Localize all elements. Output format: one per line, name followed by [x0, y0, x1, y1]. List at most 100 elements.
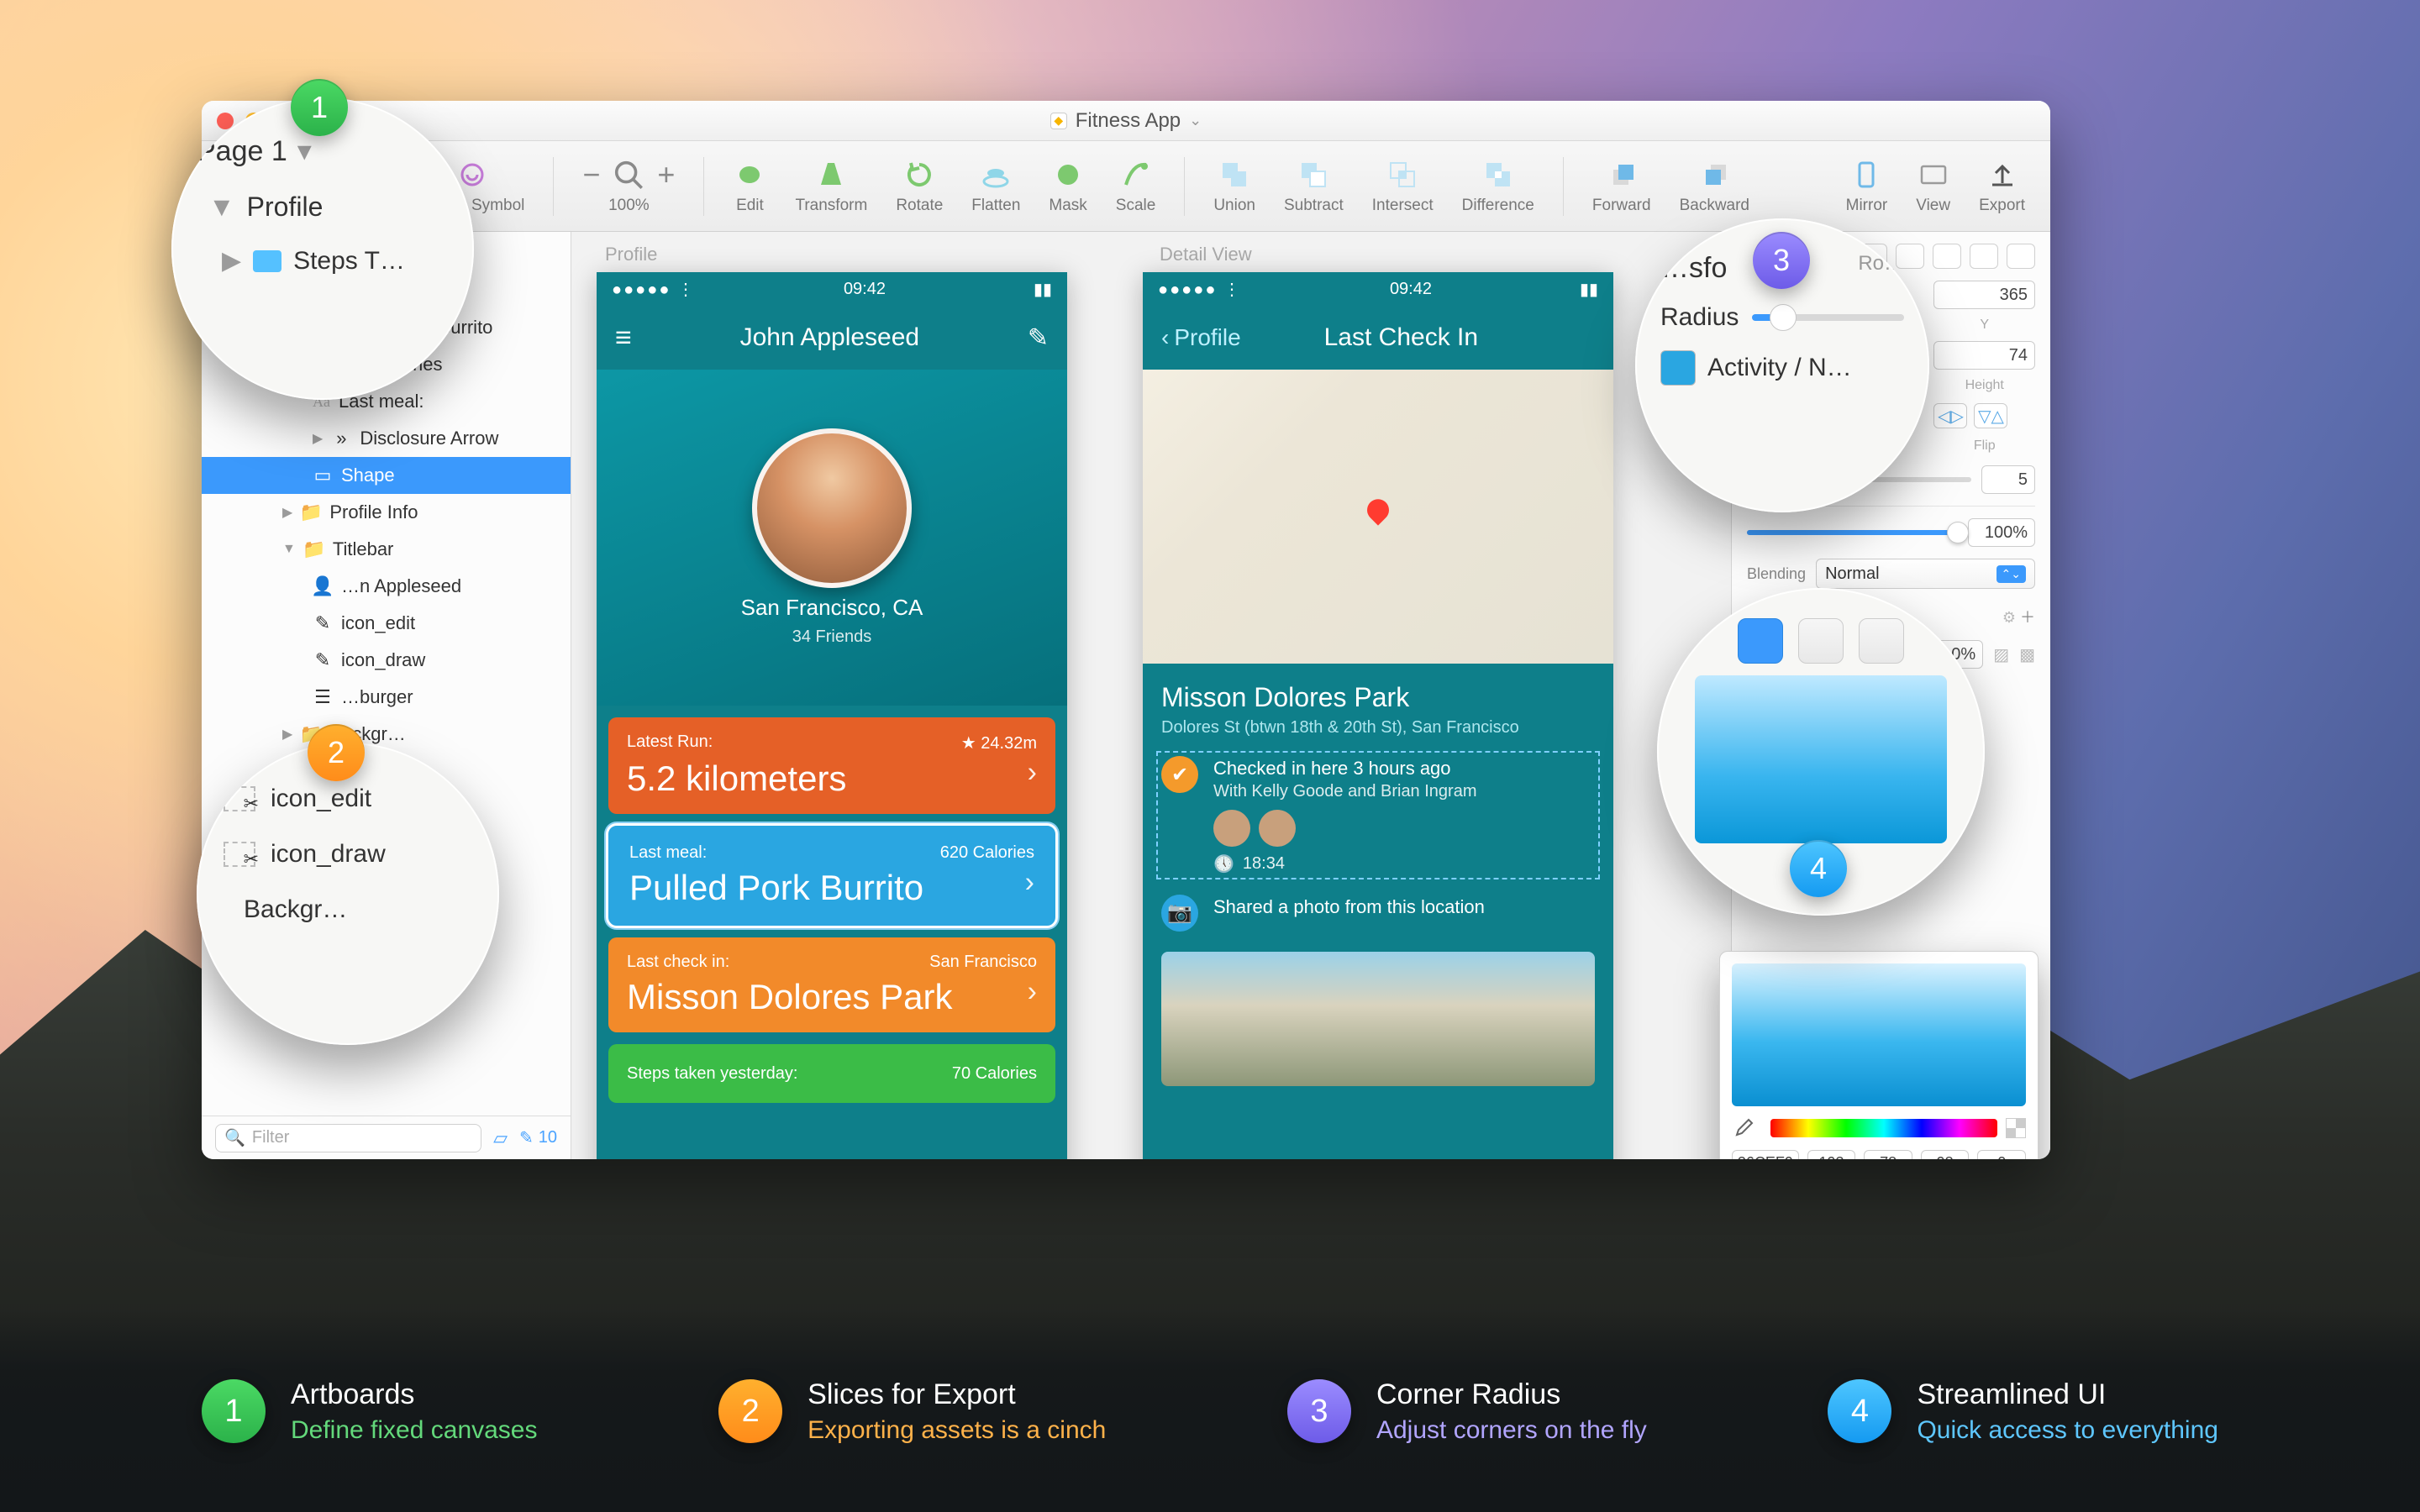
gear-icon[interactable]: ⚙: [2002, 609, 2016, 626]
artboard-detail[interactable]: ●●●●● ⋮ 09:42 ▮▮ ‹ Profile Last Check In…: [1143, 272, 1613, 1159]
align-middle-button[interactable]: [1896, 244, 1924, 269]
battery-icon: ▮▮: [1580, 279, 1598, 300]
profile-city: San Francisco, CA: [741, 595, 923, 621]
title-dropdown-caret-icon[interactable]: ⌄: [1189, 112, 1202, 129]
clock: 09:42: [1390, 280, 1432, 299]
intersect-button[interactable]: Intersect: [1372, 158, 1434, 215]
callout-badge-3: 3: [1753, 232, 1810, 289]
blending-select[interactable]: Normal⌃⌄: [1816, 559, 2035, 589]
radial-gradient-tab[interactable]: [1859, 618, 1904, 664]
page-selector[interactable]: Page 1▾: [197, 134, 449, 168]
a-input[interactable]: 0: [1977, 1150, 2026, 1159]
callout-badge-4: 4: [1790, 840, 1847, 897]
layer-row[interactable]: AaLast meal:: [202, 383, 571, 420]
camera-icon: 📷: [1161, 895, 1198, 932]
s-input[interactable]: 78: [1864, 1150, 1912, 1159]
flatten-button[interactable]: Flatten: [971, 158, 1020, 215]
h-input[interactable]: 193: [1807, 1150, 1856, 1159]
slice-item[interactable]: ✂ icon_draw: [224, 840, 472, 869]
flip-h-button[interactable]: ◁▷: [1933, 403, 1967, 428]
opacity-input[interactable]: 100%: [1968, 518, 2035, 547]
legend-badge-1: 1: [202, 1379, 266, 1443]
feed-photo[interactable]: 📷 Shared a photo from this location: [1161, 895, 1595, 932]
distribute-v-button[interactable]: [2007, 244, 2035, 269]
artboard-label[interactable]: Detail View: [1160, 244, 1252, 265]
rotate-button[interactable]: Rotate: [896, 158, 943, 215]
layer-row-selected[interactable]: ▭Shape: [202, 457, 571, 494]
backward-button[interactable]: Backward: [1680, 158, 1749, 215]
card-last-meal[interactable]: Last meal:620 Calories Pulled Pork Burri…: [608, 826, 1055, 926]
union-button[interactable]: Union: [1213, 158, 1255, 215]
edit-button[interactable]: Edit: [733, 158, 766, 215]
feed-photo-thumb[interactable]: [1161, 952, 1595, 1086]
artboard-profile[interactable]: ●●●●● ⋮ 09:42 ▮▮ ≡ John Appleseed ✎ San …: [597, 272, 1067, 1159]
mini-avatar[interactable]: [1259, 810, 1296, 847]
solid-fill-tab[interactable]: [1738, 618, 1783, 664]
artboard-item[interactable]: ▼Profile: [197, 192, 449, 223]
mask-button[interactable]: Mask: [1049, 158, 1086, 215]
edit-icon[interactable]: ✎: [1028, 323, 1049, 353]
window-title[interactable]: ◆ Fitness App ⌄: [1050, 109, 1202, 133]
subtract-button[interactable]: Subtract: [1284, 158, 1344, 215]
zoom-in-icon[interactable]: +: [657, 160, 675, 190]
layer-folder-item[interactable]: ▶Steps T…: [197, 246, 449, 276]
view-button[interactable]: View: [1916, 158, 1950, 215]
hex-input[interactable]: 36CEF9: [1732, 1150, 1799, 1159]
filter-input[interactable]: 🔍 Filter: [215, 1124, 481, 1152]
eyedropper-icon[interactable]: [1732, 1116, 1755, 1140]
hamburger-icon[interactable]: ≡: [615, 322, 632, 354]
color-field[interactable]: [1732, 963, 2026, 1106]
clock-icon: 🕔: [1213, 853, 1234, 874]
card-latest-run[interactable]: Latest Run:★ 24.32m 5.2 kilometers ›: [608, 717, 1055, 814]
avatar[interactable]: [752, 428, 912, 588]
window-titlebar[interactable]: ◆ Fitness App ⌄: [202, 101, 2050, 141]
difference-button[interactable]: Difference: [1462, 158, 1534, 215]
add-fill-button[interactable]: ＋: [2020, 609, 2035, 626]
flip-v-button[interactable]: ▽△: [1974, 403, 2007, 428]
color-preview[interactable]: [1695, 675, 1947, 843]
layer-row[interactable]: ☰…burger: [202, 679, 571, 716]
layer-row[interactable]: ✎icon_edit: [202, 605, 571, 642]
alpha-icon[interactable]: [2006, 1118, 2026, 1138]
radius-input[interactable]: 5: [1981, 465, 2035, 494]
card-last-checkin[interactable]: Last check in:San Francisco Misson Dolor…: [608, 937, 1055, 1032]
scale-button[interactable]: Scale: [1116, 158, 1156, 215]
canvas[interactable]: Profile Detail View ●●●●● ⋮ 09:42 ▮▮ ≡ J…: [571, 232, 1731, 1159]
b-input[interactable]: 98: [1921, 1150, 1970, 1159]
mirror-button[interactable]: Mirror: [1846, 158, 1888, 215]
card-steps[interactable]: Steps taken yesterday:70 Calories: [608, 1044, 1055, 1103]
toolbar-divider: [703, 157, 704, 216]
layer-row[interactable]: 👤…n Appleseed: [202, 568, 571, 605]
zoom-control[interactable]: − + 100%: [582, 158, 675, 215]
pattern-icon[interactable]: ▨: [1993, 644, 2009, 665]
layer-row[interactable]: ▶»Disclosure Arrow: [202, 420, 571, 457]
height-input[interactable]: 74: [1933, 341, 2035, 370]
layer-row[interactable]: ✎icon_draw: [202, 642, 571, 679]
slice-item[interactable]: ✂ icon_edit: [224, 785, 472, 813]
zoom-out-icon[interactable]: −: [582, 160, 600, 190]
y-input[interactable]: 365: [1933, 281, 2035, 309]
magnifier-icon: [612, 158, 645, 192]
opacity-slider[interactable]: 100%: [1747, 518, 2035, 547]
slice-item[interactable]: Backgr…: [224, 895, 472, 924]
distribute-h-button[interactable]: [1970, 244, 1998, 269]
remove-icon[interactable]: ▩: [2019, 644, 2035, 665]
legend-badge-2: 2: [718, 1379, 782, 1443]
hue-slider[interactable]: [1770, 1119, 1997, 1137]
align-bottom-button[interactable]: [1933, 244, 1961, 269]
feed-checkin[interactable]: ✔ Checked in here 3 hours ago With Kelly…: [1161, 756, 1595, 874]
forward-button[interactable]: Forward: [1592, 158, 1651, 215]
chevron-right-icon: ›: [1025, 866, 1034, 899]
slice-toggle-icon[interactable]: ▱: [493, 1127, 508, 1149]
fill-type-tabs: [1738, 618, 1904, 664]
radius-slider[interactable]: [1752, 314, 1904, 321]
export-button[interactable]: Export: [1979, 158, 2025, 215]
layer-row[interactable]: ▶📁Profile Info: [202, 494, 571, 531]
fill-row[interactable]: Activity / N…: [1660, 350, 1904, 386]
mini-avatar[interactable]: [1213, 810, 1250, 847]
map-view[interactable]: [1143, 370, 1613, 664]
transform-button[interactable]: Transform: [795, 158, 867, 215]
layer-row[interactable]: ▼📁Titlebar: [202, 531, 571, 568]
artboard-label[interactable]: Profile: [605, 244, 657, 265]
linear-gradient-tab[interactable]: [1798, 618, 1844, 664]
